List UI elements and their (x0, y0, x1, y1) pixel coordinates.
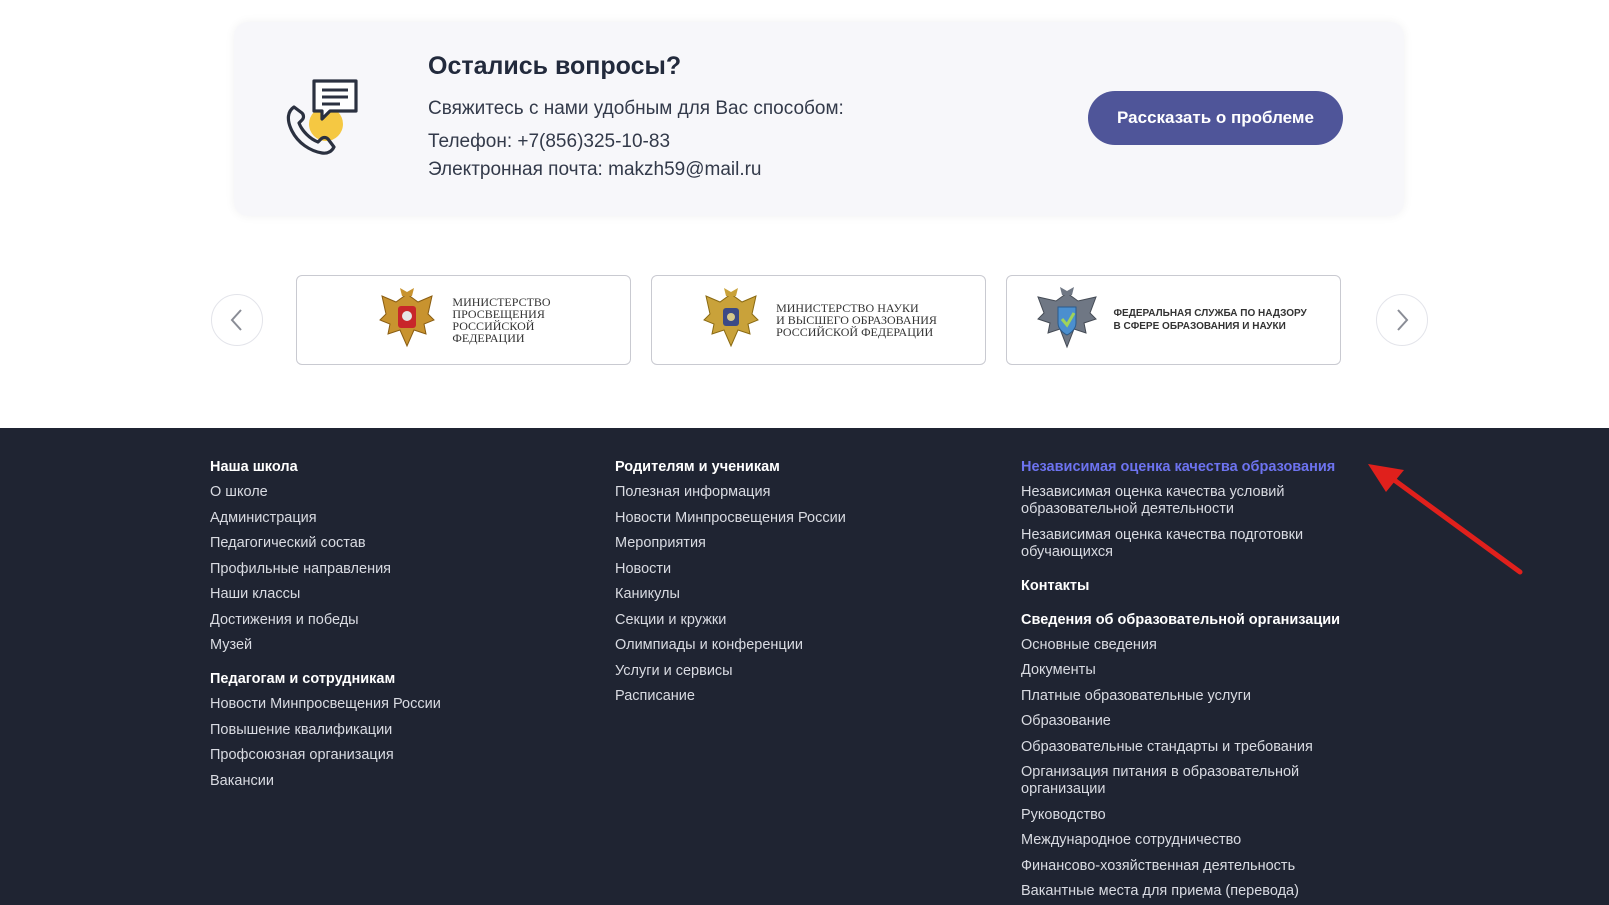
footer-link[interactable]: О школе (210, 484, 590, 501)
footer-link[interactable]: Мероприятия (615, 535, 995, 552)
carousel-prev-button[interactable] (211, 294, 263, 346)
footer-link[interactable]: Документы (1021, 662, 1366, 679)
report-problem-button[interactable]: Рассказать о проблеме (1088, 91, 1343, 145)
eagle-shield-icon (1036, 287, 1097, 349)
questions-subtitle: Свяжитесь с нами удобным для Вас способо… (428, 98, 844, 119)
chevron-left-icon (230, 309, 242, 331)
footer-link[interactable]: Руководство (1021, 807, 1366, 824)
questions-title: Остались вопросы? (428, 52, 682, 80)
footer-heading-teachers[interactable]: Педагогам и сотрудникам (210, 670, 590, 688)
partner-logo-text: Министерство просвещения Российской Феде… (452, 295, 551, 345)
top-section: Остались вопросы? Свяжитесь с нами удобн… (0, 0, 1609, 428)
footer-link[interactable]: Новости (615, 561, 995, 578)
footer-link[interactable]: Новости Минпросвещения России (210, 696, 590, 713)
footer-links-teachers: Новости Минпросвещения России Повышение к… (210, 696, 590, 790)
footer-link[interactable]: Администрация (210, 510, 590, 527)
footer-column-organization: Независимая оценка качества образования … (1021, 458, 1366, 905)
annotation-arrow (1368, 464, 1523, 575)
footer-link[interactable]: Новости Минпросвещения России (615, 510, 995, 527)
footer-link[interactable]: Независимая оценка качества условий обра… (1021, 484, 1366, 518)
footer-link[interactable]: Олимпиады и конференции (615, 637, 995, 654)
footer-link[interactable]: Секции и кружки (615, 612, 995, 629)
footer-link[interactable]: Наши классы (210, 586, 590, 603)
footer-heading-org-info[interactable]: Сведения об образовательной организации (1021, 611, 1366, 629)
footer-link[interactable]: Услуги и сервисы (615, 663, 995, 680)
footer-link[interactable]: Музей (210, 637, 590, 654)
partner-logo-minprosveshcheniya[interactable]: Министерство просвещения Российской Феде… (296, 275, 631, 365)
footer-links-quality-assessment: Независимая оценка качества условий обра… (1021, 484, 1366, 561)
carousel-next-button[interactable] (1376, 294, 1428, 346)
footer-link[interactable]: Платные образовательные услуги (1021, 688, 1366, 705)
footer-link[interactable]: Вакантные места для приема (перевода) (1021, 883, 1366, 900)
footer-links-our-school: О школе Администрация Педагогический соста… (210, 484, 590, 654)
footer-links-parents: Полезная информация Новости Минпросвещени… (615, 484, 995, 705)
chevron-right-icon (1397, 309, 1409, 331)
footer-heading-our-school[interactable]: Наша школа (210, 458, 590, 476)
footer-heading-contacts[interactable]: Контакты (1021, 577, 1366, 595)
footer-link[interactable]: Независимая оценка качества подготовки о… (1021, 527, 1366, 561)
footer-link[interactable]: Расписание (615, 688, 995, 705)
footer-link[interactable]: Профильные направления (210, 561, 590, 578)
footer-link[interactable]: Повышение квалификации (210, 722, 590, 739)
footer-link[interactable]: Педагогический состав (210, 535, 590, 552)
partner-logo-text: Федеральная служба по надзору в сфере об… (1113, 308, 1307, 332)
questions-card: Остались вопросы? Свяжитесь с нами удобн… (234, 22, 1404, 216)
footer-heading-quality-assessment[interactable]: Независимая оценка качества образования (1021, 458, 1366, 476)
partner-logo-rosobrnadzor[interactable]: Федеральная служба по надзору в сфере об… (1006, 275, 1341, 365)
footer-link[interactable]: Образование (1021, 713, 1366, 730)
footer-link[interactable]: Полезная информация (615, 484, 995, 501)
footer-link[interactable]: Основные сведения (1021, 637, 1366, 654)
partner-logo-text: Министерство науки и высшего образования… (776, 301, 937, 339)
footer-link[interactable]: Образовательные стандарты и требования (1021, 739, 1366, 756)
eagle-emblem-icon (379, 288, 436, 348)
footer-column-parents: Родителям и ученикам Полезная информация… (615, 458, 995, 714)
eagle-emblem-icon (703, 288, 759, 348)
contact-email: Электронная почта: makzh59@mail.ru (428, 159, 762, 180)
footer-heading-parents[interactable]: Родителям и ученикам (615, 458, 995, 476)
footer-link[interactable]: Международное сотрудничество (1021, 832, 1366, 849)
footer-column-school: Наша школа О школе Администрация Педагогич… (210, 458, 590, 798)
footer-link[interactable]: Каникулы (615, 586, 995, 603)
footer-link[interactable]: Финансово-хозяйственная деятельность (1021, 858, 1366, 875)
phone-chat-icon (286, 79, 358, 155)
footer-link[interactable]: Вакансии (210, 773, 590, 790)
footer-links-org-info: Основные сведения Документы Платные образо… (1021, 637, 1366, 901)
partner-logo-minobrnauki[interactable]: Министерство науки и высшего образования… (651, 275, 986, 365)
footer-link[interactable]: Достижения и победы (210, 612, 590, 629)
footer-link[interactable]: Организация питания в образовательной ор… (1021, 764, 1366, 798)
contact-phone: Телефон: +7(856)325-10-83 (428, 131, 671, 152)
footer-link[interactable]: Профсоюзная организация (210, 747, 590, 764)
